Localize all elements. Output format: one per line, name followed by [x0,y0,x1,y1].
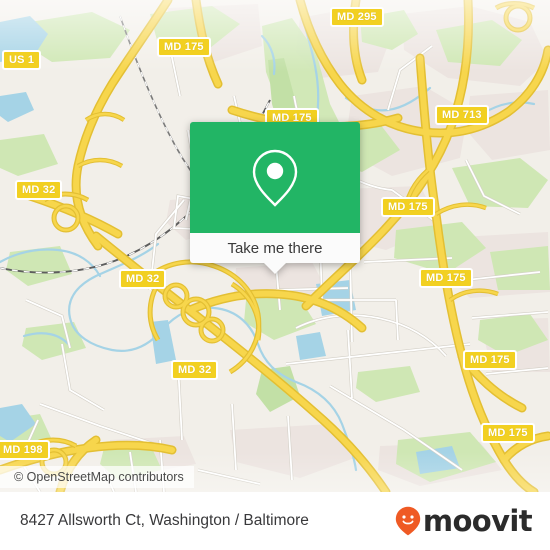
callout-image-panel [190,122,360,233]
shield-md-713: MD 713 [435,105,489,125]
moovit-logo[interactable]: moovit [395,503,533,538]
shield-us-1: US 1 [2,50,42,70]
shield-md-32-northwest: MD 32 [15,180,63,200]
callout-pointer-tail [264,263,286,274]
shield-md-32-center: MD 32 [119,269,167,289]
shield-md-32-south: MD 32 [171,360,219,380]
take-me-there-label: Take me there [227,239,323,257]
moovit-wordmark: moovit [422,503,533,538]
map-pin-icon [252,149,298,207]
shield-md-175-mid-east: MD 175 [419,268,473,288]
footer-bar: 8427 Allsworth Ct, Washington / Baltimor… [0,492,550,550]
map-canvas[interactable]: US 1 MD 175 MD 295 MD 175 MD 713 MD 32 MD 175 M… [0,0,550,492]
shield-md-175-north: MD 175 [157,37,211,57]
location-address: 8427 Allsworth Ct, Washington / Baltimor… [20,512,309,529]
take-me-there-button[interactable]: Take me there [190,233,360,274]
shield-md-175-east: MD 175 [381,197,435,217]
location-callout-card[interactable]: Take me there [190,122,360,274]
shield-md-175-south: MD 175 [481,423,535,443]
shield-md-175-southeast: MD 175 [463,350,517,370]
shield-md-295: MD 295 [330,7,384,27]
attribution-text: © OpenStreetMap contributors [14,470,184,484]
moovit-smiley-pin-icon [395,506,421,536]
shield-md-198: MD 198 [0,440,50,460]
attribution-bar[interactable]: © OpenStreetMap contributors [0,466,194,488]
